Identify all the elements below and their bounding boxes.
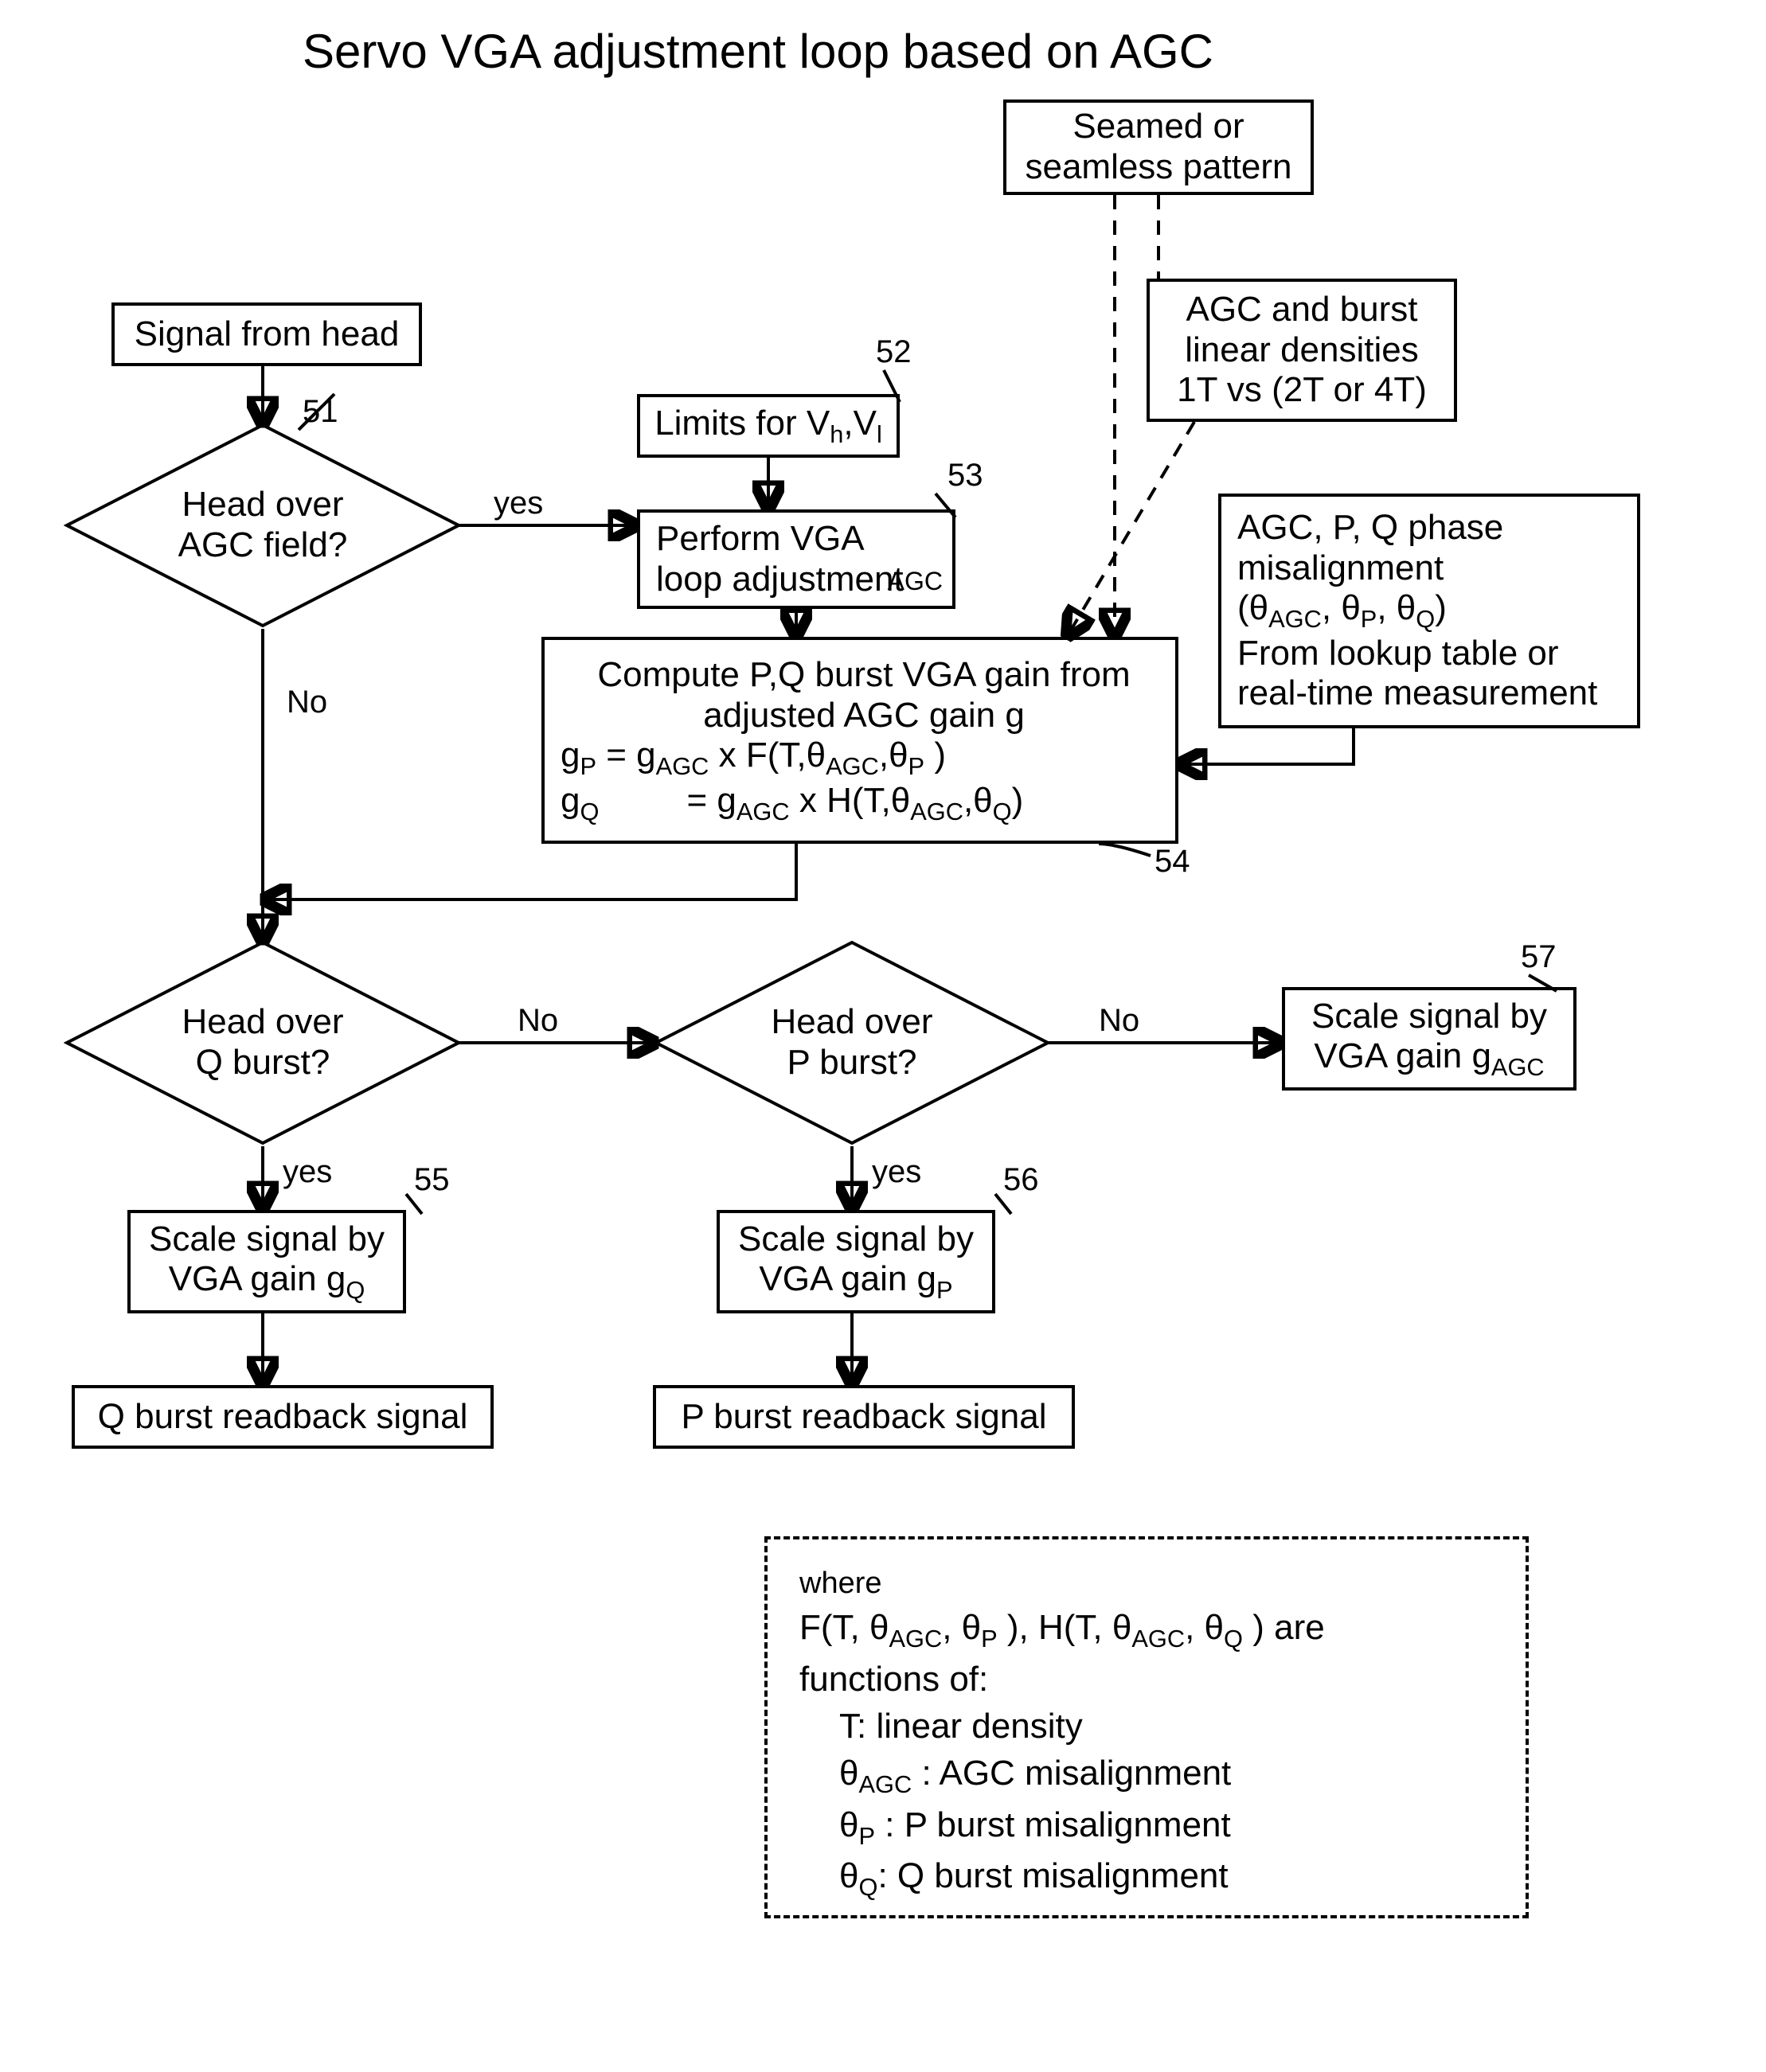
l4: From lookup table or <box>1237 634 1559 674</box>
compute-l1: Compute P,Q burst VGA gain from <box>597 655 1130 694</box>
legend-l3: T: linear density <box>839 1703 1494 1750</box>
legend-l1: F(T, θAGC, θP ), H(T, θAGC, θQ ) are <box>799 1604 1494 1655</box>
legend-l6: θQ: Q burst misalignment <box>839 1852 1494 1903</box>
decision-text: Head overAGC field? <box>178 485 348 565</box>
box-text: Perform VGAloop adjustment <box>656 519 904 599</box>
agc-tag: AGC <box>888 567 943 596</box>
l5: real-time measurement <box>1237 673 1597 714</box>
box-perform-vga: Perform VGAloop adjustment AGC <box>637 509 955 609</box>
box-compute: Compute P,Q burst VGA gain from adjusted… <box>541 637 1178 844</box>
ref-56: 56 <box>1003 1162 1039 1198</box>
ref-54: 54 <box>1155 844 1190 880</box>
box-text: Scale signal byVGA gain gP <box>738 1219 974 1305</box>
edge-label-yes: yes <box>494 486 543 521</box>
box-limits: Limits for Vh,Vl <box>637 394 900 458</box>
box-p-readback: P burst readback signal <box>653 1385 1075 1449</box>
decision-p-burst: Head overP burst? <box>653 939 1051 1146</box>
edge-label-no: No <box>1099 1003 1139 1039</box>
edge-label-yes: yes <box>872 1154 921 1190</box>
ref-55: 55 <box>414 1162 450 1198</box>
edge-label-yes: yes <box>283 1154 332 1190</box>
box-text: Scale signal byVGA gain gQ <box>149 1219 385 1305</box>
edge-label-no: No <box>518 1003 558 1039</box>
ref-57: 57 <box>1521 939 1557 975</box>
box-seamed: Seamed orseamless pattern <box>1003 100 1314 195</box>
box-text: Signal from head <box>135 314 400 355</box>
decision-text: Head overQ burst? <box>182 1002 343 1083</box>
box-scale-gq: Scale signal byVGA gain gQ <box>127 1210 406 1313</box>
box-text: Limits for Vh,Vl <box>654 404 882 448</box>
decision-q-burst: Head overQ burst? <box>64 939 462 1146</box>
legend-l5: θP : P burst misalignment <box>839 1801 1494 1852</box>
decision-text: Head overP burst? <box>771 1002 932 1083</box>
box-scale-gp: Scale signal byVGA gain gP <box>717 1210 995 1313</box>
l2: misalignment <box>1237 548 1444 589</box>
box-misalignment: AGC, P, Q phase misalignment (θAGC, θP, … <box>1218 494 1640 728</box>
compute-l2: adjusted AGC gain g <box>703 696 1025 735</box>
box-q-readback: Q burst readback signal <box>72 1385 494 1449</box>
box-text: Q burst readback signal <box>98 1397 468 1438</box>
decision-agc-field: Head overAGC field? <box>64 422 462 629</box>
box-signal-from-head: Signal from head <box>111 302 422 366</box>
box-text: Seamed orseamless pattern <box>1025 107 1291 187</box>
edge-label-no: No <box>287 685 327 720</box>
compute-l3: gP = gAGC x F(T,θAGC,θP ) <box>561 736 946 780</box>
box-text: AGC and burstlinear densities1T vs (2T o… <box>1177 290 1427 411</box>
box-scale-gagc: Scale signal byVGA gain gAGC <box>1282 987 1577 1091</box>
l1: AGC, P, Q phase <box>1237 508 1503 548</box>
l3: (θAGC, θP, θQ) <box>1237 588 1447 633</box>
legend-box: where F(T, θAGC, θP ), H(T, θAGC, θQ ) a… <box>764 1536 1529 1918</box>
legend-where: where <box>799 1563 1494 1604</box>
box-densities: AGC and burstlinear densities1T vs (2T o… <box>1147 279 1457 422</box>
diagram-title: Servo VGA adjustment loop based on AGC <box>303 24 1213 79</box>
compute-l4: gQ = gAGC x H(T,θAGC,θQ) <box>561 781 1023 825</box>
legend-l4: θAGC : AGC misalignment <box>839 1750 1494 1801</box>
ref-51: 51 <box>303 394 338 430</box>
flowchart-canvas: Servo VGA adjustment loop based on AGC S… <box>0 0 1766 2072</box>
box-text: P burst readback signal <box>681 1397 1046 1438</box>
legend-l2: functions of: <box>799 1656 1494 1703</box>
ref-52: 52 <box>876 334 912 370</box>
ref-53: 53 <box>947 458 983 494</box>
box-text: Scale signal byVGA gain gAGC <box>1311 997 1547 1082</box>
